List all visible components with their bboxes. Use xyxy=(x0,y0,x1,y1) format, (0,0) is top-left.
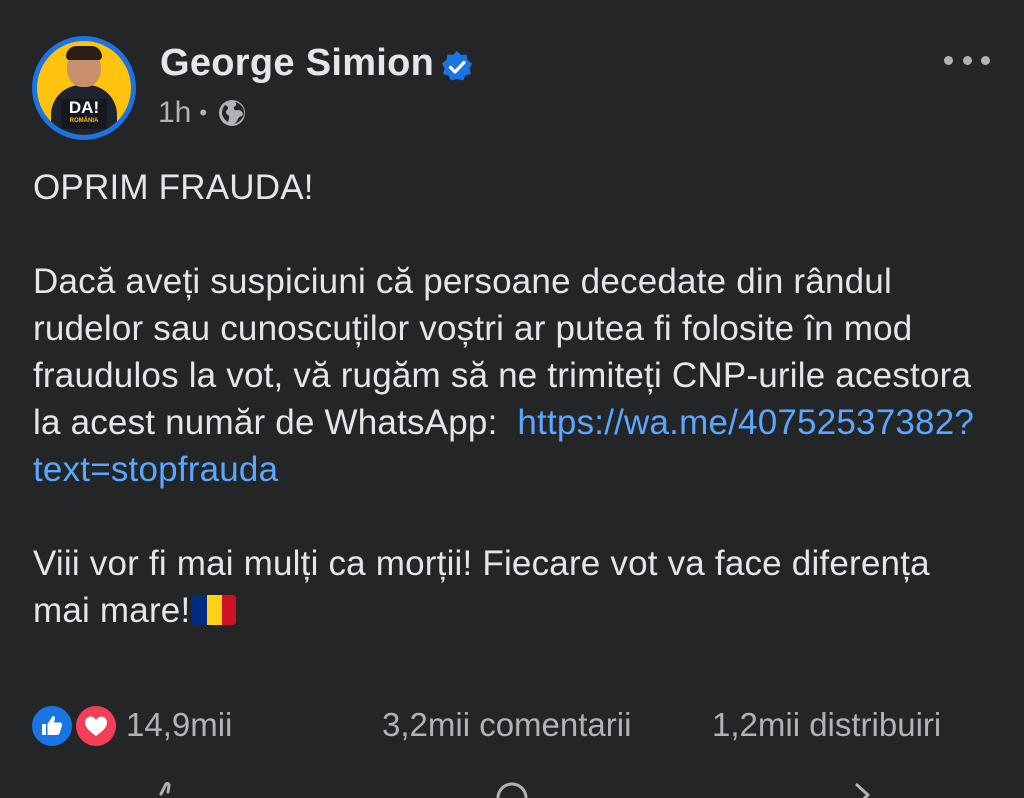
avatar[interactable]: DA! ROMÂNIA xyxy=(32,36,136,140)
post-meta: 1h • xyxy=(158,96,247,130)
reactions-bar: 14,9mii 3,2mii comentarii 1,2mii distrib… xyxy=(30,700,1000,750)
avatar-photo: DA! ROMÂNIA xyxy=(37,41,131,135)
like-icon xyxy=(30,704,74,748)
avatar-logo-subtext: ROMÂNIA xyxy=(69,118,99,124)
comments-count[interactable]: 3,2mii comentarii xyxy=(382,706,631,744)
post-text: OPRIM FRAUDA! Dacă aveți suspiciuni că p… xyxy=(33,164,993,634)
action-bar xyxy=(0,780,1024,798)
romania-flag-icon xyxy=(192,595,237,625)
post-header: DA! ROMÂNIA George Simion 1h • xyxy=(0,0,1024,150)
shares-count[interactable]: 1,2mii distribuiri xyxy=(712,706,941,744)
post-title: OPRIM FRAUDA! xyxy=(33,168,314,207)
meta-separator: • xyxy=(199,100,208,125)
share-action-icon[interactable] xyxy=(836,780,872,798)
globe-icon[interactable] xyxy=(217,98,247,128)
post-paragraph-2-text: Viii vor fi mai mulți ca morții! Fiecare… xyxy=(33,544,930,630)
reaction-icons[interactable] xyxy=(30,704,120,748)
comment-action-icon[interactable] xyxy=(494,780,530,798)
more-options-icon[interactable] xyxy=(944,50,990,70)
post-paragraph-2: Viii vor fi mai mulți ca morții! Fiecare… xyxy=(33,540,993,634)
post-paragraph-1: Dacă aveți suspiciuni că persoane deceda… xyxy=(33,258,993,493)
avatar-party-logo: DA! ROMÂNIA xyxy=(61,99,107,129)
post-timestamp[interactable]: 1h xyxy=(158,96,191,130)
like-action-icon[interactable] xyxy=(148,780,184,798)
reaction-count[interactable]: 14,9mii xyxy=(126,706,232,744)
author-name[interactable]: George Simion xyxy=(160,42,434,85)
love-icon xyxy=(74,704,118,748)
avatar-logo-text: DA! xyxy=(68,98,100,117)
verified-badge-icon xyxy=(442,51,472,81)
